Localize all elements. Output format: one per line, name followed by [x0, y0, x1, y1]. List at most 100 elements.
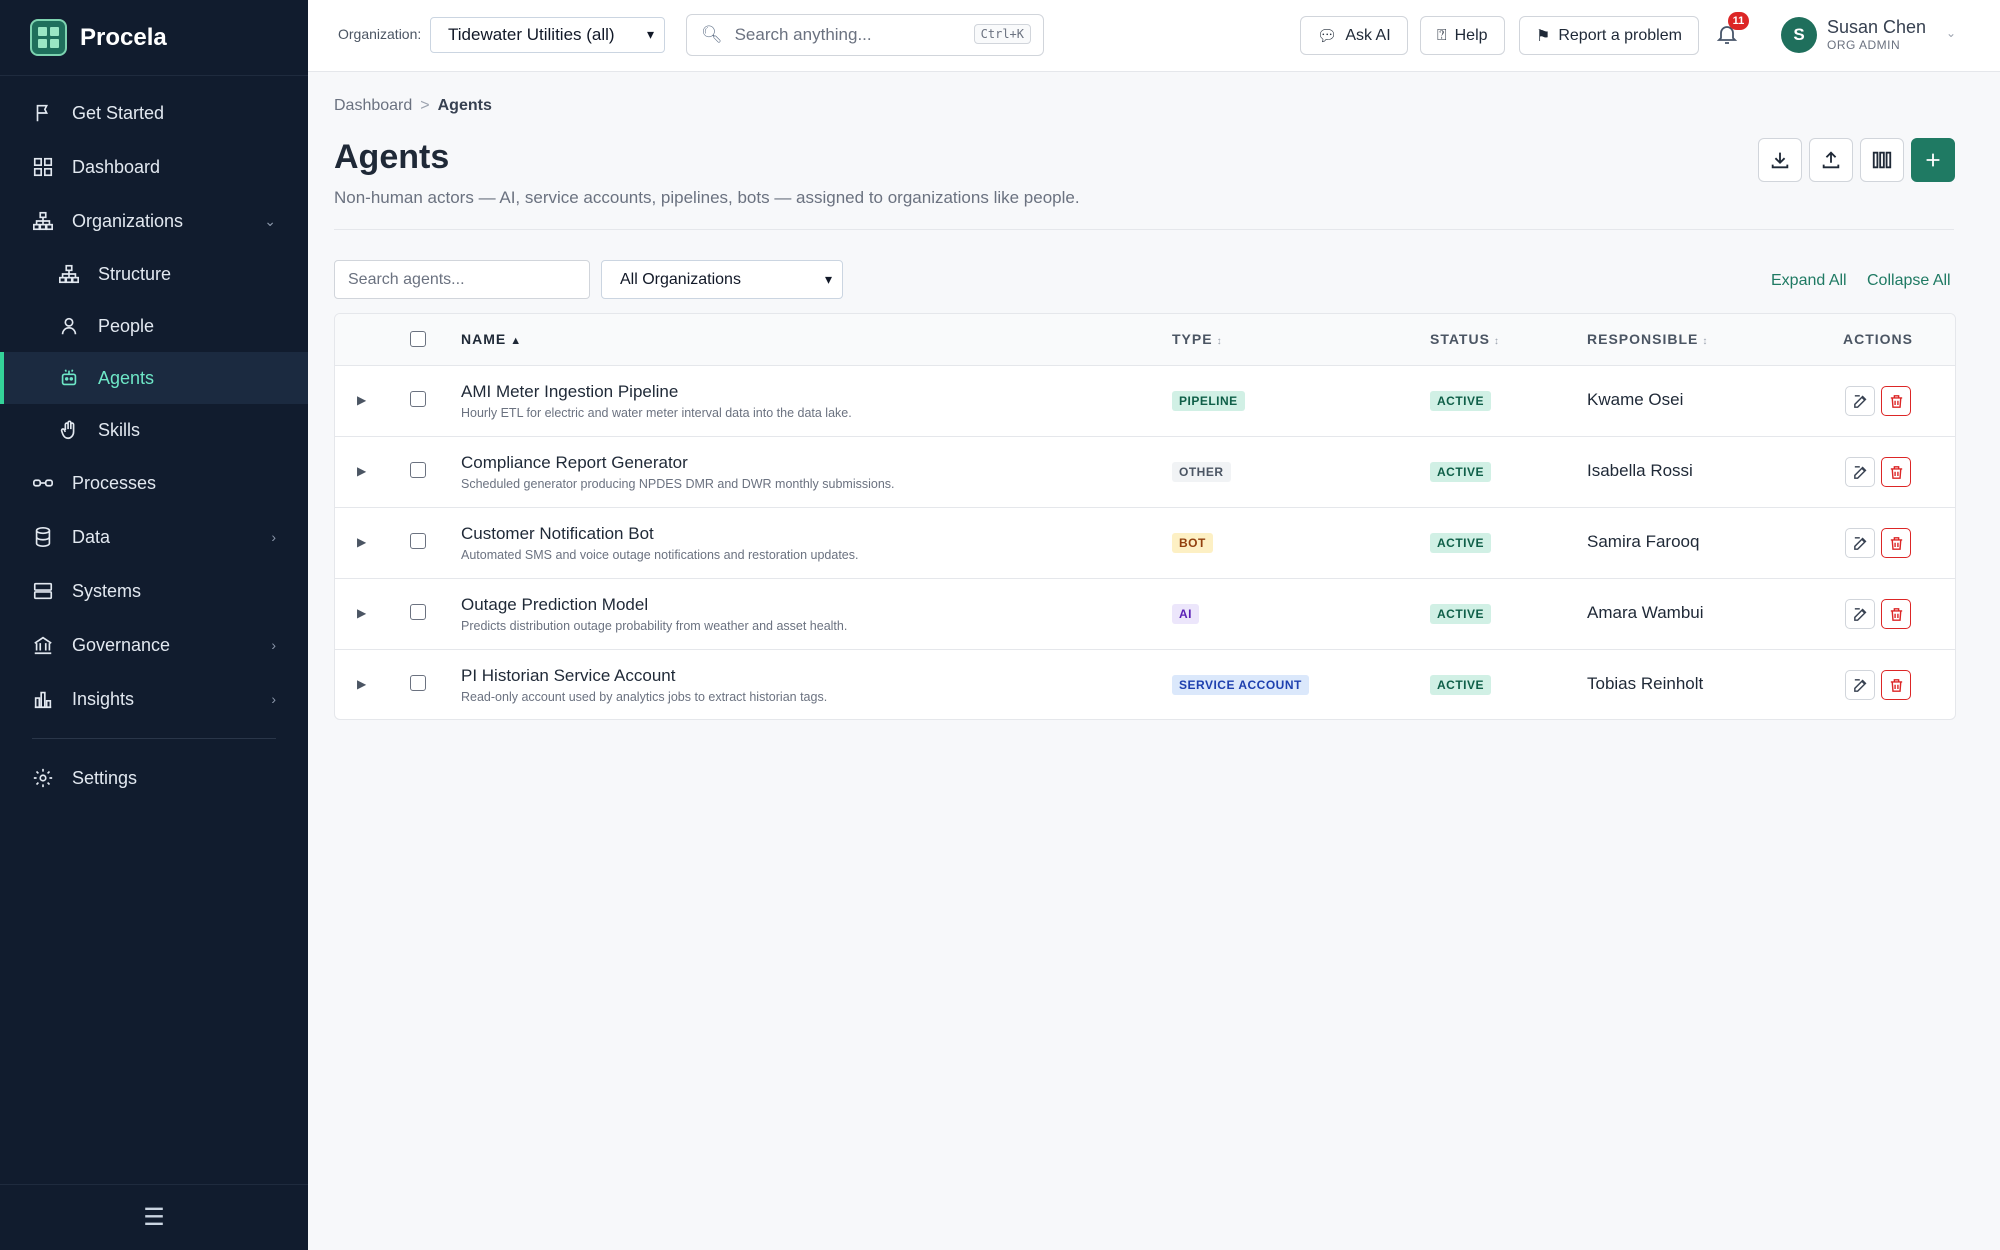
sidebar-item-label: Data	[72, 526, 111, 547]
delete-button[interactable]	[1881, 599, 1911, 629]
sidebar-item-governance[interactable]: Governance ›	[0, 618, 308, 672]
edit-button[interactable]	[1845, 670, 1875, 700]
type-badge: OTHER	[1172, 462, 1231, 482]
column-status[interactable]: STATUS ↕	[1430, 331, 1500, 347]
brand[interactable]: Procela	[0, 0, 308, 76]
row-checkbox[interactable]	[410, 604, 426, 620]
agent-name[interactable]: PI Historian Service Account	[461, 666, 675, 686]
select-all-checkbox[interactable]	[410, 331, 426, 347]
sidebar: Procela Get Started Dashboard Organizati…	[0, 0, 308, 1250]
person-icon	[58, 315, 80, 337]
edit-button[interactable]	[1845, 528, 1875, 558]
agent-search-input[interactable]: Search agents...	[334, 260, 590, 299]
row-checkbox[interactable]	[410, 533, 426, 549]
delete-button[interactable]	[1881, 457, 1911, 487]
agent-name[interactable]: Customer Notification Bot	[461, 524, 654, 544]
trash-icon	[1890, 536, 1902, 550]
breadcrumb-root[interactable]: Dashboard	[334, 97, 412, 114]
trash-icon	[1890, 394, 1902, 408]
topbar: Organization: Tidewater Utilities (all) …	[308, 0, 2000, 72]
row-checkbox[interactable]	[410, 462, 426, 478]
agent-name[interactable]: Compliance Report Generator	[461, 453, 688, 473]
sidebar-item-agents[interactable]: Agents	[0, 352, 308, 404]
org-filter-select[interactable]: All Organizations ▾	[601, 260, 843, 299]
delete-button[interactable]	[1881, 386, 1911, 416]
sidebar-item-systems[interactable]: Systems	[0, 564, 308, 618]
sidebar-item-people[interactable]: People	[0, 300, 308, 352]
sidebar-item-processes[interactable]: Processes	[0, 456, 308, 510]
columns-button[interactable]	[1860, 138, 1904, 182]
collapse-all-link[interactable]: Collapse All	[1867, 272, 1951, 290]
agent-name[interactable]: Outage Prediction Model	[461, 595, 648, 615]
help-button[interactable]: ⍰ Help	[1420, 16, 1505, 55]
table-row: ▶ PI Historian Service Account Read-only…	[335, 650, 1955, 719]
table-row: ▶ Compliance Report Generator Scheduled …	[335, 437, 1955, 508]
edit-button[interactable]	[1845, 457, 1875, 487]
sidebar-item-label: Governance	[72, 634, 171, 655]
expand-row-icon[interactable]: ▶	[357, 606, 366, 620]
row-checkbox[interactable]	[410, 675, 426, 691]
expand-row-icon[interactable]: ▶	[357, 393, 366, 407]
chevron-down-icon: ⌄	[264, 212, 276, 229]
sidebar-item-data[interactable]: Data ›	[0, 510, 308, 564]
sidebar-item-label: Systems	[72, 580, 142, 601]
column-responsible[interactable]: RESPONSIBLE ↕	[1587, 331, 1708, 347]
sidebar-item-dashboard[interactable]: Dashboard	[0, 140, 308, 194]
expand-all-link[interactable]: Expand All	[1771, 272, 1847, 290]
upload-button[interactable]	[1809, 138, 1853, 182]
column-actions: ACTIONS	[1843, 331, 1913, 347]
sidebar-item-skills[interactable]: Skills	[0, 404, 308, 456]
menu-toggle-icon[interactable]: ☰	[0, 1184, 308, 1250]
notification-badge: 11	[1728, 12, 1749, 30]
org-label: Organization:	[338, 26, 422, 42]
agent-name[interactable]: AMI Meter Ingestion Pipeline	[461, 382, 678, 402]
expand-row-icon[interactable]: ▶	[357, 677, 366, 691]
responsible-person: Kwame Osei	[1587, 390, 1684, 409]
delete-button[interactable]	[1881, 528, 1911, 558]
sidebar-item-get-started[interactable]: Get Started	[0, 86, 308, 140]
delete-button[interactable]	[1881, 670, 1911, 700]
column-name[interactable]: NAME ▲	[461, 331, 522, 347]
trash-icon	[1890, 607, 1902, 621]
status-badge: ACTIVE	[1430, 675, 1492, 695]
edit-button[interactable]	[1845, 599, 1875, 629]
edit-button[interactable]	[1845, 386, 1875, 416]
breadcrumb: Dashboard > Agents	[334, 97, 492, 115]
plus-icon	[1926, 153, 1940, 167]
agent-description: Scheduled generator producing NPDES DMR …	[461, 477, 895, 491]
row-checkbox[interactable]	[410, 391, 426, 407]
trash-icon	[1890, 465, 1902, 479]
org-select[interactable]: Tidewater Utilities (all) ▾	[430, 17, 665, 53]
sort-asc-icon: ▲	[510, 335, 523, 347]
user-name[interactable]: Susan Chen	[1827, 17, 1926, 38]
sidebar-item-label: Processes	[72, 472, 157, 493]
column-type[interactable]: TYPE ↕	[1172, 331, 1223, 347]
edit-icon	[1853, 465, 1866, 479]
sidebar-item-structure[interactable]: Structure	[0, 248, 308, 300]
type-badge: PIPELINE	[1172, 391, 1245, 411]
expand-row-icon[interactable]: ▶	[357, 535, 366, 549]
grid-icon	[32, 156, 54, 178]
ask-ai-button[interactable]: 💬︎ Ask AI	[1300, 16, 1408, 55]
flag-icon	[32, 102, 54, 124]
sidebar-item-insights[interactable]: Insights ›	[0, 672, 308, 726]
flag-icon: ⚑	[1536, 27, 1551, 45]
download-button[interactable]	[1758, 138, 1802, 182]
expand-row-icon[interactable]: ▶	[357, 464, 366, 478]
avatar[interactable]: S	[1781, 17, 1817, 53]
chevron-right-icon: ›	[271, 529, 276, 545]
sidebar-item-settings[interactable]: Settings	[0, 751, 308, 805]
table-row: ▶ Outage Prediction Model Predicts distr…	[335, 579, 1955, 650]
global-search-input[interactable]: 🔍︎ Search anything... Ctrl+K	[686, 14, 1044, 56]
sidebar-item-label: Dashboard	[72, 156, 161, 177]
brand-logo-icon	[30, 19, 67, 56]
header-divider	[334, 229, 1954, 230]
add-agent-button[interactable]	[1911, 138, 1955, 182]
report-problem-button[interactable]: ⚑ Report a problem	[1519, 16, 1699, 55]
main-content: Dashboard > Agents Agents Non-human actors…	[308, 72, 2000, 1250]
edit-icon	[1853, 678, 1866, 692]
page-subtitle: Non-human actors — AI, service accounts,…	[334, 188, 1080, 207]
help-label: Help	[1454, 26, 1488, 44]
sidebar-item-organizations[interactable]: Organizations ⌄	[0, 194, 308, 248]
chevron-down-icon[interactable]: ⌄	[1946, 26, 1956, 40]
